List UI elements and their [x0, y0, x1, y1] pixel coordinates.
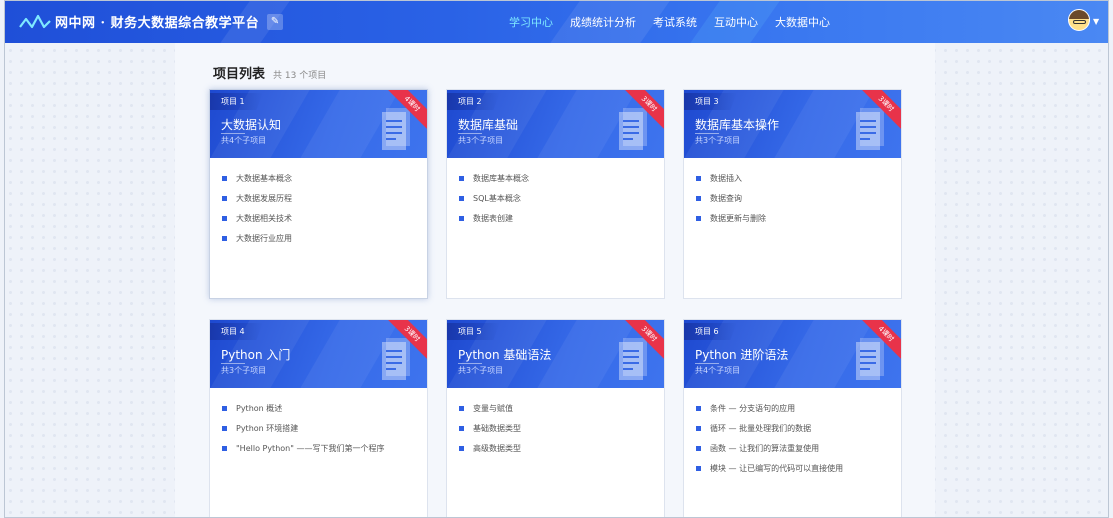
- project-tag: 项目 3: [684, 93, 737, 110]
- bullet-icon: [222, 405, 227, 411]
- project-card-2[interactable]: 项目 2 数据库基础 共3个子项目 3课时 数据库基本概念 SQL基本概念 数据…: [446, 89, 665, 299]
- list-item[interactable]: 模块 — 让已编写的代码可以直接使用: [696, 458, 901, 478]
- bullet-icon: [222, 235, 227, 241]
- project-title: 数据库基本操作: [695, 118, 780, 132]
- list-item[interactable]: SQL基本概念: [459, 188, 664, 208]
- project-tag: 项目 1: [210, 93, 263, 110]
- project-card-5[interactable]: 项目 5 Python 基础语法 共3个子项目 3课时 变量与赋值 基础数据类型…: [446, 319, 665, 517]
- list-item[interactable]: 循环 — 批量处理我们的数据: [696, 418, 901, 438]
- main-nav: 学习中心 成绩统计分析 考试系统 互动中心 大数据中心: [509, 1, 847, 43]
- bullet-icon: [696, 425, 701, 431]
- app-title: 网中网 · 财务大数据综合教学平台: [55, 16, 260, 31]
- chevron-down-icon[interactable]: ▼: [1093, 17, 1099, 26]
- project-title: Python 入门: [221, 348, 291, 362]
- project-card-3[interactable]: 项目 3 数据库基本操作 共3个子项目 3课时 数据插入 数据查询 数据更新与删…: [683, 89, 902, 299]
- list-item[interactable]: 函数 — 让我们的算法重复使用: [696, 438, 901, 458]
- nav-bigdata-center[interactable]: 大数据中心: [775, 14, 830, 30]
- card-header: 项目 6 Python 进阶语法 共4个子项目 4课时: [684, 320, 901, 388]
- project-tag: 项目 2: [447, 93, 500, 110]
- list-item[interactable]: 基础数据类型: [459, 418, 664, 438]
- list-item[interactable]: Python 概述: [222, 398, 427, 418]
- nav-interaction-center[interactable]: 互动中心: [714, 14, 758, 30]
- list-item[interactable]: 高级数据类型: [459, 438, 664, 458]
- bullet-icon: [459, 445, 464, 451]
- card-header: 项目 5 Python 基础语法 共3个子项目 3课时: [447, 320, 664, 388]
- bullet-icon: [696, 405, 701, 411]
- project-subtitle: 共3个子项目: [458, 366, 504, 375]
- sub-project-list: 条件 — 分支语句的应用 循环 — 批量处理我们的数据 函数 — 让我们的算法重…: [684, 388, 901, 478]
- card-header: 项目 4 Python 入门 共3个子项目 3课时: [210, 320, 427, 388]
- sub-project-list: 数据插入 数据查询 数据更新与删除: [684, 158, 901, 228]
- nav-exam-system[interactable]: 考试系统: [653, 14, 697, 30]
- list-item[interactable]: 大数据相关技术: [222, 208, 427, 228]
- bullet-icon: [222, 215, 227, 221]
- bullet-icon: [222, 425, 227, 431]
- project-subtitle: 共3个子项目: [221, 366, 267, 375]
- project-title: Python 基础语法: [458, 348, 552, 362]
- document-icon: [382, 338, 410, 380]
- bullet-icon: [696, 175, 701, 181]
- document-icon: [619, 338, 647, 380]
- logo-wave-icon: [19, 14, 51, 28]
- project-tag: 项目 6: [684, 323, 737, 340]
- list-item[interactable]: 变量与赋值: [459, 398, 664, 418]
- project-card-6[interactable]: 项目 6 Python 进阶语法 共4个子项目 4课时 条件 — 分支语句的应用…: [683, 319, 902, 517]
- list-item[interactable]: 数据更新与删除: [696, 208, 901, 228]
- top-bar: 网中网 · 财务大数据综合教学平台 ✎ 学习中心 成绩统计分析 考试系统 互动中…: [5, 1, 1108, 43]
- project-subtitle: 共3个子项目: [695, 136, 741, 145]
- project-card-1[interactable]: 项目 1 大数据认知 共4个子项目 4课时 大数据基本概念 大数据发展历程 大数…: [209, 89, 428, 299]
- card-header: 项目 1 大数据认知 共4个子项目 4课时: [210, 90, 427, 158]
- sub-project-list: 大数据基本概念 大数据发展历程 大数据相关技术 大数据行业应用: [210, 158, 427, 248]
- project-subtitle: 共4个子项目: [221, 136, 267, 145]
- sub-project-list: 数据库基本概念 SQL基本概念 数据表创建: [447, 158, 664, 228]
- project-card-4[interactable]: 项目 4 Python 入门 共3个子项目 3课时 Python 概述 Pyth…: [209, 319, 428, 517]
- sub-project-list: 变量与赋值 基础数据类型 高级数据类型: [447, 388, 664, 458]
- card-header: 项目 3 数据库基本操作 共3个子项目 3课时: [684, 90, 901, 158]
- list-item[interactable]: 数据表创建: [459, 208, 664, 228]
- card-header: 项目 2 数据库基础 共3个子项目 3课时: [447, 90, 664, 158]
- bullet-icon: [222, 195, 227, 201]
- bullet-icon: [459, 425, 464, 431]
- project-tag: 项目 5: [447, 323, 500, 340]
- bullet-icon: [696, 215, 701, 221]
- list-item[interactable]: 条件 — 分支语句的应用: [696, 398, 901, 418]
- list-item[interactable]: 数据查询: [696, 188, 901, 208]
- nav-score-analysis[interactable]: 成绩统计分析: [570, 14, 636, 30]
- document-icon: [856, 338, 884, 380]
- bullet-icon: [459, 195, 464, 201]
- page-heading: 项目列表 共 13 个项目: [213, 63, 326, 82]
- list-item[interactable]: 大数据基本概念: [222, 168, 427, 188]
- document-icon: [382, 108, 410, 150]
- bullet-icon: [459, 175, 464, 181]
- project-title: 数据库基础: [458, 118, 519, 132]
- project-subtitle: 共4个子项目: [695, 366, 741, 375]
- user-avatar-icon[interactable]: [1068, 9, 1090, 31]
- bullet-icon: [696, 445, 701, 451]
- list-item[interactable]: 数据插入: [696, 168, 901, 188]
- project-title: Python 进阶语法: [695, 348, 789, 362]
- app-logo[interactable]: 网中网 · 财务大数据综合教学平台 ✎: [19, 12, 284, 31]
- list-item[interactable]: Python 环境搭建: [222, 418, 427, 438]
- bullet-icon: [222, 175, 227, 181]
- project-tag: 项目 4: [210, 323, 263, 340]
- list-item[interactable]: 大数据行业应用: [222, 228, 427, 248]
- list-item[interactable]: 大数据发展历程: [222, 188, 427, 208]
- project-title: 大数据认知: [221, 118, 282, 132]
- bullet-icon: [696, 195, 701, 201]
- app-window: 网中网 · 财务大数据综合教学平台 ✎ 学习中心 成绩统计分析 考试系统 互动中…: [4, 0, 1109, 518]
- bullet-icon: [696, 465, 701, 471]
- nav-learning-center[interactable]: 学习中心: [509, 14, 553, 30]
- project-count: 共 13 个项目: [273, 71, 327, 81]
- list-item[interactable]: 数据库基本概念: [459, 168, 664, 188]
- bullet-icon: [459, 215, 464, 221]
- list-item[interactable]: "Hello Python" ——写下我们第一个程序: [222, 438, 427, 458]
- edit-icon[interactable]: ✎: [267, 13, 284, 30]
- bullet-icon: [222, 445, 227, 451]
- document-icon: [619, 108, 647, 150]
- bullet-icon: [459, 405, 464, 411]
- page-title: 项目列表: [213, 67, 266, 82]
- document-icon: [856, 108, 884, 150]
- project-subtitle: 共3个子项目: [458, 136, 504, 145]
- sub-project-list: Python 概述 Python 环境搭建 "Hello Python" ——写…: [210, 388, 427, 458]
